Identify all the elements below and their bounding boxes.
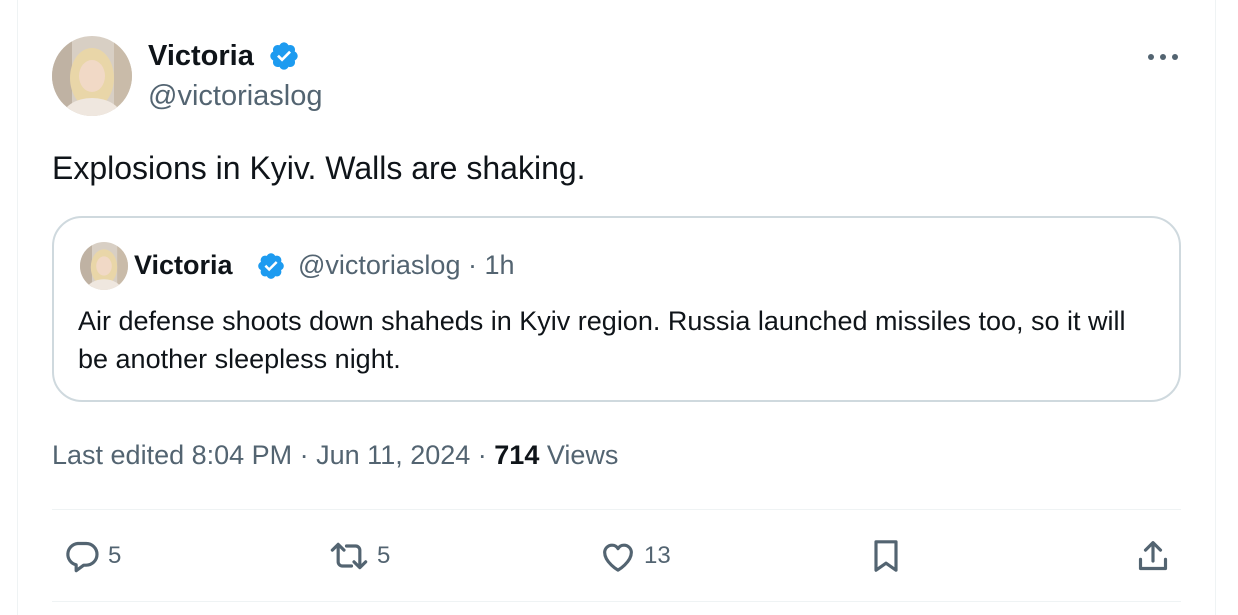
quoted-tweet-meta: @victoriaslog · 1h <box>298 250 515 280</box>
verified-badge-icon <box>270 42 298 70</box>
like-count: 13 <box>644 542 671 569</box>
reply-icon <box>66 541 99 573</box>
edited-timestamp[interactable]: Last edited 8:04 PM · Jun 11, 2024 · <box>52 440 494 470</box>
divider-bottom <box>52 601 1181 602</box>
retweet-button[interactable]: 5 <box>327 536 390 576</box>
divider-top <box>52 509 1181 510</box>
reply-button[interactable]: 5 <box>62 536 121 576</box>
more-options-icon[interactable] <box>1143 42 1183 72</box>
like-button[interactable]: 13 <box>598 536 671 576</box>
avatar-image <box>80 242 128 290</box>
quoted-tweet-text: Air defense shoots down shaheds in Kyiv … <box>78 306 1126 374</box>
author-handle[interactable]: @victoriaslog <box>148 78 323 114</box>
heart-icon <box>603 543 633 572</box>
avatar-image <box>52 36 132 116</box>
bookmark-button[interactable] <box>866 536 906 576</box>
retweet-count: 5 <box>377 542 391 569</box>
author-avatar[interactable] <box>52 36 132 116</box>
quoted-author-avatar <box>80 242 128 290</box>
bookmark-icon <box>874 540 898 572</box>
quoted-tweet-card[interactable]: Victoria @victoriaslog · 1h Air defense … <box>52 216 1181 402</box>
views-label: Views <box>539 440 619 470</box>
frame-left-border <box>17 0 18 615</box>
tweet-text: Explosions in Kyiv. Walls are shaking. <box>52 150 586 186</box>
verified-badge-icon <box>258 253 284 279</box>
retweet-icon <box>330 542 368 570</box>
tweet-meta: Last edited 8:04 PM · Jun 11, 2024 · 714… <box>52 438 618 472</box>
views-count: 714 <box>494 440 540 470</box>
reply-count: 5 <box>108 542 122 569</box>
share-button[interactable] <box>1133 536 1173 576</box>
share-icon <box>1138 541 1168 571</box>
quoted-author-name: Victoria <box>134 250 233 280</box>
author-name[interactable]: Victoria <box>148 38 254 74</box>
frame-right-border <box>1215 0 1216 615</box>
